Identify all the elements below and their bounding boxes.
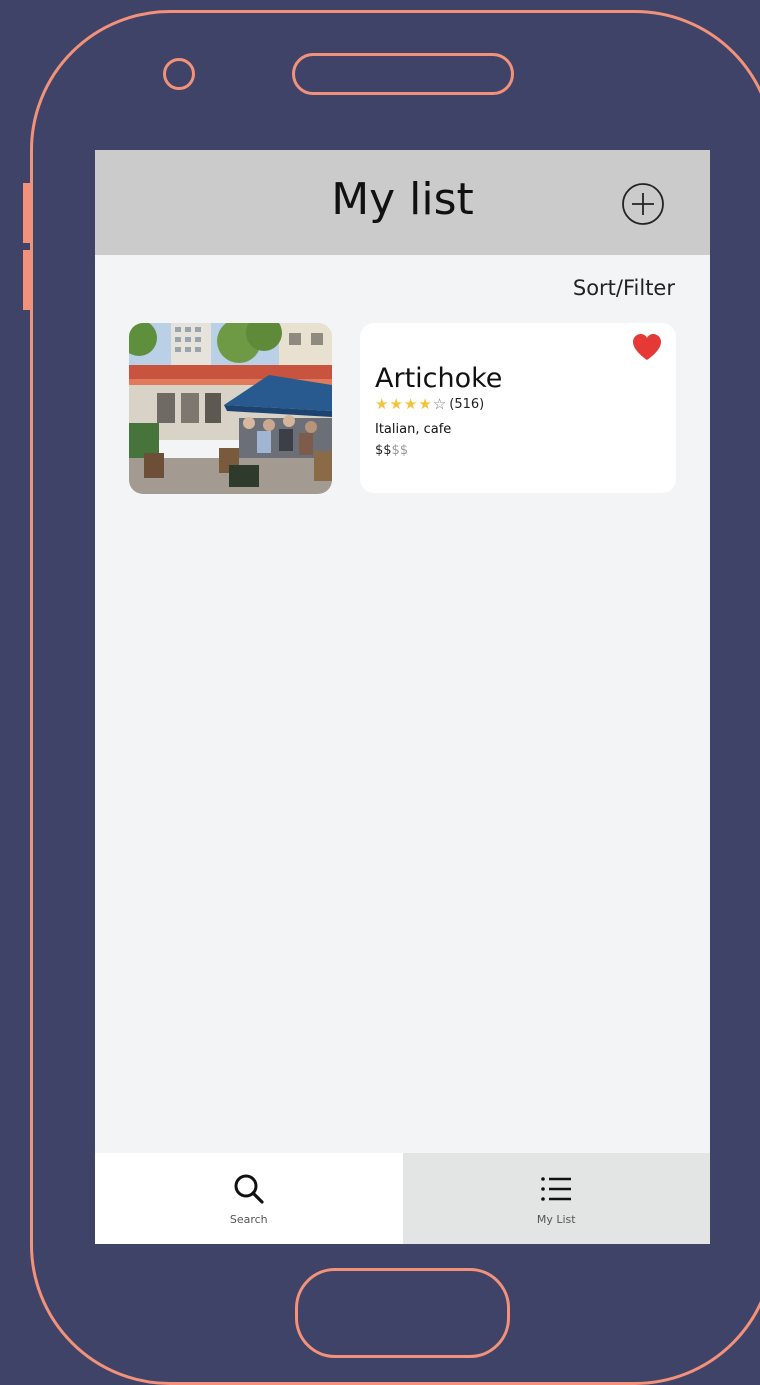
sort-filter-button[interactable]: Sort/Filter xyxy=(573,276,675,300)
star-filled-icon: ★ xyxy=(418,395,432,413)
price-inactive: $$ xyxy=(391,443,409,458)
price-active: $$ xyxy=(375,443,392,458)
volume-up-button xyxy=(23,183,32,243)
plus-circle-icon xyxy=(622,183,664,225)
search-icon xyxy=(231,1171,267,1207)
star-filled-icon: ★ xyxy=(375,395,389,413)
star-filled-icon: ★ xyxy=(389,395,403,413)
tab-search-label: Search xyxy=(229,1213,268,1226)
home-button[interactable] xyxy=(295,1268,510,1358)
restaurant-photo[interactable] xyxy=(129,323,332,494)
restaurant-card[interactable]: Artichoke ★ ★ ★ ★ ☆ (516) Italian, cafe … xyxy=(360,323,676,493)
app-header: My list xyxy=(95,150,710,255)
restaurant-photo-image xyxy=(129,323,332,494)
tab-my-list-label: My List xyxy=(536,1213,576,1226)
cuisine-label: Italian, cafe xyxy=(375,422,452,437)
heart-icon xyxy=(633,334,661,360)
rating-row: ★ ★ ★ ★ ☆ (516) xyxy=(375,395,485,413)
tab-my-list[interactable]: My List xyxy=(402,1153,710,1244)
page-title: My list xyxy=(331,174,474,225)
add-button[interactable] xyxy=(621,182,665,226)
app-screen: My list Sort/Filter Artichoke ★ ★ ★ ★ ☆ … xyxy=(95,150,710,1244)
review-count: (516) xyxy=(449,397,485,412)
front-camera xyxy=(163,58,195,90)
speaker-grille xyxy=(292,53,514,95)
bottom-tab-bar: Search My List xyxy=(95,1153,710,1244)
tab-search[interactable]: Search xyxy=(95,1153,403,1244)
star-empty-icon: ☆ xyxy=(432,395,447,413)
price-level: $$$$ xyxy=(375,443,408,458)
list-icon xyxy=(538,1171,574,1207)
volume-down-button xyxy=(23,250,32,310)
restaurant-name: Artichoke xyxy=(375,363,503,394)
star-filled-icon: ★ xyxy=(403,395,418,413)
favorite-button[interactable] xyxy=(632,333,662,361)
